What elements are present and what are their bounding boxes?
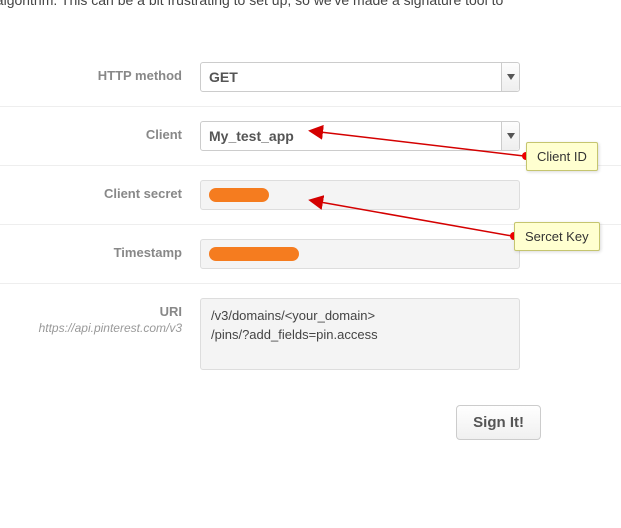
cropped-intro-text: ature algorithm. This can be a bit frust…: [0, 0, 621, 8]
row-http-method: HTTP method GET: [0, 48, 621, 107]
redaction-mark: [209, 247, 299, 261]
callout-secret-key: Sercet Key: [514, 222, 600, 251]
label-client-secret: Client secret: [0, 180, 200, 201]
label-uri: URI: [0, 298, 200, 319]
client-select[interactable]: My_test_app: [200, 121, 520, 151]
label-http-method: HTTP method: [0, 62, 200, 83]
redaction-mark: [209, 188, 269, 202]
row-uri: URI https://api.pinterest.com/v3: [0, 284, 621, 387]
timestamp-input[interactable]: [200, 239, 520, 269]
label-client: Client: [0, 121, 200, 142]
uri-textarea[interactable]: [200, 298, 520, 370]
sign-it-button[interactable]: Sign It!: [456, 405, 541, 440]
http-method-select[interactable]: GET: [200, 62, 520, 92]
label-timestamp: Timestamp: [0, 239, 200, 260]
row-client-secret: Client secret: [0, 166, 621, 225]
client-secret-input[interactable]: [200, 180, 520, 210]
callout-client-id: Client ID: [526, 142, 598, 171]
label-uri-base: https://api.pinterest.com/v3: [0, 321, 200, 335]
button-row: Sign It!: [0, 387, 621, 440]
